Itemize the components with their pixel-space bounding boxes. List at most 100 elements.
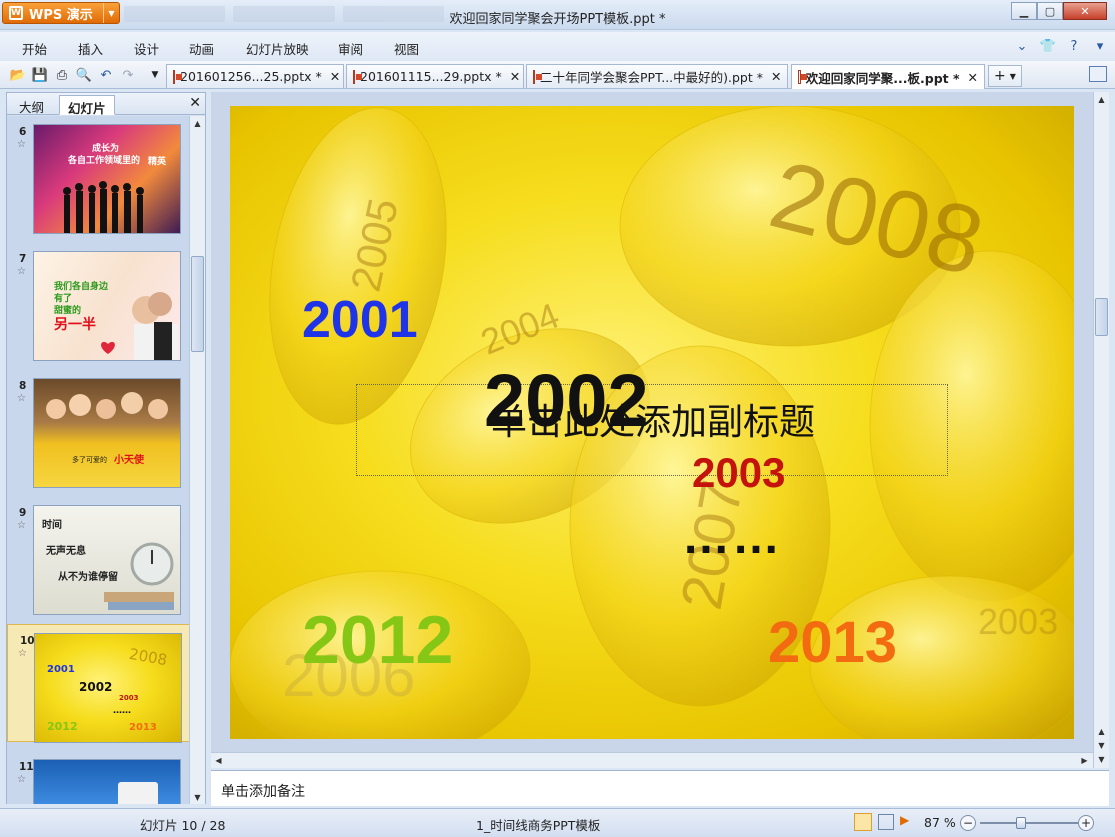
bg-number-2003-faint: 2003: [978, 601, 1059, 642]
editor-horizontal-scrollbar[interactable]: ◀ ▶: [211, 752, 1093, 768]
menu-home[interactable]: 开始: [22, 39, 47, 58]
thumbnail-text: 各自工作领域里的: [68, 156, 141, 166]
document-tab-bar: 📂 💾 ⎙ 🔍 ↶ ↷ ▼ 201601256...25.pptx * ✕ 20…: [0, 61, 1115, 89]
zoom-out-icon[interactable]: −: [960, 815, 976, 831]
zoom-level: 87 %: [924, 815, 956, 830]
scroll-down-icon[interactable]: ▼: [1094, 738, 1109, 752]
skin-icon[interactable]: 👕: [1039, 37, 1057, 55]
scrollbar-thumb[interactable]: [191, 256, 204, 352]
undo-icon[interactable]: ↶: [97, 66, 115, 84]
doc-tab-3[interactable]: 二十年同学会聚会PPT...中最好的).ppt * ✕: [526, 64, 788, 88]
scrollbar-thumb[interactable]: [1095, 298, 1108, 336]
close-pane-icon[interactable]: ✕: [189, 95, 201, 111]
close-tab-icon[interactable]: ✕: [771, 69, 781, 84]
minimize-button[interactable]: ▁: [1011, 2, 1037, 20]
slides-pane-scrollbar[interactable]: ▲ ▼: [189, 116, 205, 804]
slide-thumbnail-list: 6 ☆ 成长为 各自工作领域里的 精英 7 ☆ 我们各自身边 有了 甜蜜的 另一…: [7, 116, 191, 804]
close-button[interactable]: ✕: [1063, 2, 1107, 20]
editor-vertical-scrollbar[interactable]: ▲ ▲ ▼ ▼: [1093, 92, 1109, 768]
scroll-up-icon[interactable]: ▲: [1094, 724, 1109, 738]
animation-star-icon: ☆: [17, 139, 26, 150]
task-pane-icon[interactable]: [1089, 66, 1107, 82]
print-preview-icon[interactable]: 🔍: [75, 66, 93, 84]
animation-star-icon: ☆: [18, 648, 27, 659]
thumbnail-text: 多了可爱的: [72, 456, 107, 464]
menu-slideshow[interactable]: 幻灯片放映: [246, 39, 309, 58]
maximize-button[interactable]: ▢: [1037, 2, 1063, 20]
zoom-in-icon[interactable]: +: [1078, 815, 1094, 831]
plus-icon: +: [994, 68, 1006, 84]
close-tab-icon[interactable]: ✕: [330, 69, 340, 84]
slide-editor: 2005 2004 2008 2007 2006 2003 2001 单击此处添…: [211, 92, 1109, 768]
menu-bar: 开始 插入 设计 动画 幻灯片放映 审阅 视图 ⌄ 👕 ? ▾: [0, 32, 1115, 60]
thumbnail-image: 2008 2001 2002 2003 …… 2012 2013: [34, 633, 182, 743]
scroll-right-icon[interactable]: ▶: [1077, 753, 1092, 767]
save-icon[interactable]: 💾: [31, 66, 49, 84]
ppt-file-icon: [533, 69, 542, 84]
thumbnail-text: 从不为谁停留: [58, 572, 118, 583]
slide-number: 9: [19, 507, 27, 519]
ppt-file-icon: [798, 70, 807, 84]
doc-tab-4-active[interactable]: 欢迎回家同学聚...板.ppt * ✕: [791, 64, 985, 89]
chevron-down-icon[interactable]: ▼: [1010, 72, 1016, 81]
thumbnail-slide-9[interactable]: 9 ☆ 时间 无声无息 从不为谁停留: [7, 497, 191, 615]
thumbnail-text: ……: [113, 706, 131, 716]
menu-view[interactable]: 视图: [394, 39, 419, 58]
new-tab-button[interactable]: + ▼: [988, 65, 1022, 87]
menu-review[interactable]: 审阅: [338, 39, 363, 58]
doc-tab-label: 二十年同学会聚会PPT...中最好的).ppt *: [540, 70, 763, 85]
scroll-down-icon[interactable]: ▼: [1094, 752, 1109, 766]
scroll-left-icon[interactable]: ◀: [211, 753, 226, 767]
normal-view-icon[interactable]: [854, 813, 872, 831]
scroll-down-icon[interactable]: ▼: [190, 790, 205, 804]
notes-pane[interactable]: 单击添加备注: [211, 770, 1109, 806]
scroll-up-icon[interactable]: ▲: [1094, 92, 1109, 106]
slide-sorter-icon[interactable]: [878, 814, 894, 830]
menu-insert[interactable]: 插入: [78, 39, 103, 58]
slide-number: 7: [19, 253, 27, 265]
year-2012: 2012: [302, 602, 454, 678]
help-icon[interactable]: ?: [1065, 37, 1083, 55]
zoom-slider-knob[interactable]: [1016, 817, 1026, 829]
tab-slides[interactable]: 幻灯片: [59, 95, 115, 116]
close-tab-icon[interactable]: ✕: [968, 70, 978, 85]
slides-pane: 大纲 幻灯片 ✕ 6 ☆ 成长为 各自工作领域里的 精英 7 ☆ 我们各自身边 …: [6, 92, 206, 804]
thumbnail-text: 2003: [119, 694, 139, 702]
template-name: 1_时间线商务PPT模板: [476, 818, 601, 833]
collapse-ribbon-icon[interactable]: ⌄: [1013, 37, 1031, 55]
menu-design[interactable]: 设计: [134, 39, 159, 58]
zoom-slider[interactable]: − +: [960, 815, 1098, 831]
thumbnail-text: 2001: [47, 664, 75, 675]
year-2003: 2003: [692, 449, 786, 496]
thumbnail-text: 无声无息: [46, 546, 86, 557]
print-icon[interactable]: ⎙: [53, 66, 71, 84]
thumbnail-slide-7[interactable]: 7 ☆ 我们各自身边 有了 甜蜜的 另一半: [7, 243, 191, 361]
animation-star-icon: ☆: [17, 774, 26, 785]
subtitle-placeholder-box[interactable]: 单击此处添加副标题: [356, 384, 948, 476]
redo-icon[interactable]: ↷: [119, 66, 137, 84]
slide-number: 10: [20, 635, 35, 647]
tab-outline[interactable]: 大纲: [11, 95, 52, 115]
thumbnail-slide-10[interactable]: 10 ☆ 2008 2001 2002 2003 …… 2012 2013: [7, 624, 191, 743]
doc-tab-label: 201601115...29.pptx *: [360, 69, 502, 84]
thumbnail-image: 时间 无声无息 从不为谁停留: [33, 505, 181, 615]
thumbnail-text: 时间: [42, 520, 62, 531]
slideshow-icon[interactable]: ▶: [900, 813, 916, 829]
scroll-up-icon[interactable]: ▲: [190, 116, 205, 130]
thumbnail-image: 我们各自身边 有了 甜蜜的 另一半: [33, 251, 181, 361]
menu-animation[interactable]: 动画: [189, 39, 214, 58]
thumbnail-slide-11[interactable]: 11 ☆: [7, 751, 191, 804]
notes-placeholder[interactable]: 单击添加备注: [221, 784, 305, 800]
subtitle-placeholder[interactable]: 单击此处添加副标题: [357, 393, 949, 445]
close-tab-icon[interactable]: ✕: [510, 69, 520, 84]
doc-tab-2[interactable]: 201601115...29.pptx * ✕: [346, 64, 524, 88]
doc-tab-1[interactable]: 201601256...25.pptx * ✕: [166, 64, 344, 88]
customize-toolbar-icon[interactable]: ▼: [146, 66, 164, 84]
more-icon[interactable]: ▾: [1091, 37, 1109, 55]
slide-canvas[interactable]: 2005 2004 2008 2007 2006 2003 2001 单击此处添…: [230, 106, 1074, 739]
thumbnail-slide-8[interactable]: 8 ☆ 多了可爱的 小天使: [7, 370, 191, 488]
thumbnail-slide-6[interactable]: 6 ☆ 成长为 各自工作领域里的 精英: [7, 116, 191, 234]
slide-number: 11: [19, 761, 34, 773]
window-title: 欢迎回家同学聚会开场PPT模板.ppt *: [449, 12, 666, 27]
open-folder-icon[interactable]: 📂: [9, 66, 27, 84]
